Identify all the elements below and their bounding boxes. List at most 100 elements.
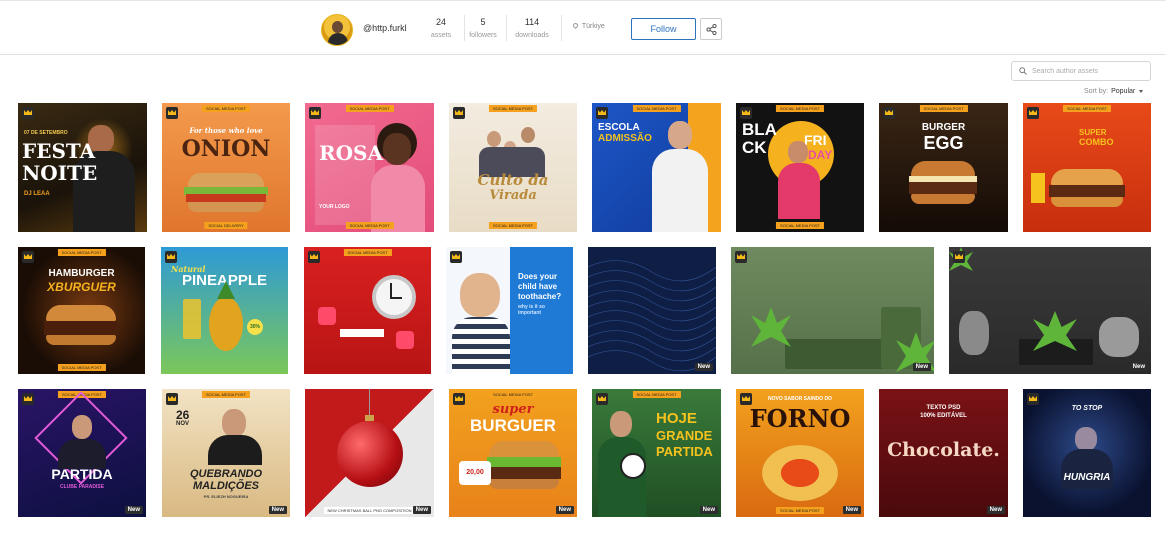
avatar-head bbox=[332, 21, 343, 33]
thumb-title: XBURGUER bbox=[47, 280, 116, 294]
asset-thumbnail[interactable]: SOCIAL MEDIA POST For those who love ONI… bbox=[162, 103, 290, 232]
thumb-sub: DJ LEAA bbox=[24, 191, 50, 197]
premium-crown-icon bbox=[740, 393, 752, 405]
person-body bbox=[652, 149, 708, 232]
author-username[interactable]: @http.furkl bbox=[363, 23, 407, 33]
asset-thumbnail[interactable]: SOCIAL MEDIA POST super BURGUER 20,00 Ne… bbox=[449, 389, 577, 517]
premium-crown-icon bbox=[1027, 107, 1039, 119]
asset-thumbnail[interactable]: SOCIAL MEDIA POST HOJE GRANDE PARTIDA Ne… bbox=[592, 389, 721, 517]
bun-bottom bbox=[1051, 197, 1123, 207]
person-head bbox=[72, 415, 92, 439]
bun-bottom bbox=[911, 194, 975, 204]
bun-top bbox=[489, 441, 559, 457]
bun-top bbox=[911, 161, 975, 177]
thumb-title: toothache? bbox=[518, 292, 562, 301]
thumb-title: SUPER bbox=[1079, 128, 1107, 137]
player-head bbox=[610, 411, 632, 437]
premium-crown-icon bbox=[22, 107, 34, 119]
christmas-ornament bbox=[337, 421, 403, 487]
asset-thumbnail[interactable]: SOCIAL MEDIA POST BURGER EGG bbox=[879, 103, 1008, 232]
social-media-tag: SOCIAL MEDIA POST bbox=[919, 105, 968, 112]
asset-thumbnail[interactable]: TEXTO PSD 100% EDITÁVEL Chocolate. New bbox=[879, 389, 1008, 517]
asset-thumbnail[interactable]: SOCIAL MEDIA POST PARTIDA CLUBE PARADISE… bbox=[18, 389, 146, 517]
new-badge: New bbox=[1129, 363, 1148, 371]
thumb-date: NOV bbox=[176, 421, 190, 427]
thumb-logo-text: YOUR LOGO bbox=[319, 204, 350, 210]
person-head bbox=[383, 133, 411, 165]
asset-thumbnail[interactable]: New bbox=[949, 247, 1151, 374]
bottom-tag: SOCIAL MEDIA POST bbox=[345, 222, 394, 229]
asset-thumbnail[interactable]: TO STOP HUNGRIA bbox=[1023, 389, 1151, 517]
premium-crown-icon bbox=[166, 393, 178, 405]
bun-bottom bbox=[46, 335, 116, 345]
author-search-box[interactable] bbox=[1011, 61, 1151, 81]
thumb-title: MALDIÇÕES bbox=[193, 480, 259, 492]
rock bbox=[1099, 317, 1139, 357]
bun-bottom bbox=[188, 202, 264, 212]
lettuce bbox=[487, 457, 561, 467]
new-badge: New bbox=[268, 506, 287, 514]
thumb-title: HUNGRIA bbox=[1063, 472, 1111, 483]
leaf bbox=[751, 307, 791, 347]
author-location: Türkiye bbox=[571, 21, 605, 30]
sort-dropdown[interactable]: Sort by: Popular bbox=[1084, 88, 1144, 95]
asset-thumbnail[interactable]: NEW CHRISTMAS BALL PNG COMPOSITION New bbox=[305, 389, 434, 517]
premium-crown-icon bbox=[22, 393, 34, 405]
thumb-title: GRANDE bbox=[656, 428, 713, 443]
thumb-date: 26 bbox=[176, 408, 190, 422]
asset-thumbnail[interactable]: Natural PINEAPPLE 30% bbox=[161, 247, 288, 374]
asset-thumbnail[interactable]: SOCIAL MEDIA POST ROSA YOUR LOGO SOCIAL … bbox=[305, 103, 434, 232]
new-badge: New bbox=[986, 506, 1005, 514]
asset-thumbnail[interactable]: SOCIAL MEDIA POST Culto da Virada SOCIAL… bbox=[449, 103, 577, 232]
thumb-title: ADMISSÃO bbox=[598, 133, 652, 144]
fries bbox=[1031, 173, 1045, 203]
asset-thumbnail[interactable]: SOCIAL MEDIA POST SUPER COMBO bbox=[1023, 103, 1151, 232]
person-head bbox=[487, 131, 501, 147]
person-body bbox=[208, 435, 262, 465]
asset-thumbnail[interactable]: NOVO SABOR SAINDO DO FORNO SOCIAL MEDIA … bbox=[736, 389, 864, 517]
sort-value: Popular bbox=[1111, 88, 1136, 95]
social-media-tag: SOCIAL MEDIA POST bbox=[632, 105, 681, 112]
asset-thumbnail[interactable]: SOCIAL MEDIA POST 26 NOV QUEBRANDO MALDI… bbox=[162, 389, 290, 517]
follow-button[interactable]: Follow bbox=[631, 18, 696, 40]
asset-thumbnail[interactable]: SOCIAL MEDIA POST HAMBURGER XBURGUER SOC… bbox=[18, 247, 145, 374]
thumb-subtitle: important bbox=[518, 310, 542, 316]
bun-bottom bbox=[489, 479, 559, 489]
new-badge: New bbox=[412, 506, 431, 514]
thumb-title: HAMBURGER bbox=[48, 268, 115, 279]
discount-badge: 30% bbox=[247, 319, 263, 335]
bottom-tag: SOCIAL MEDIA POST bbox=[488, 222, 538, 229]
bun-top bbox=[1051, 169, 1123, 185]
asset-thumbnail[interactable]: Does your child have toothache? why is i… bbox=[446, 247, 573, 374]
heart-bubble bbox=[318, 307, 336, 325]
thumb-title: Virada bbox=[489, 188, 537, 203]
asset-thumbnail[interactable]: SOCIAL MEDIA POST ESCOLA ADMISSÃO bbox=[592, 103, 721, 232]
bun-top bbox=[188, 173, 264, 187]
premium-crown-icon bbox=[735, 251, 747, 263]
search-input[interactable] bbox=[1032, 65, 1146, 78]
premium-crown-icon bbox=[450, 251, 462, 263]
asset-thumbnail[interactable]: New bbox=[731, 247, 934, 374]
asset-thumbnail[interactable]: 07 DE SETEMBRO FESTA NOITE DJ LEAA bbox=[18, 103, 147, 232]
location-text: Türkiye bbox=[581, 23, 605, 30]
premium-crown-icon bbox=[596, 107, 608, 119]
thumb-title: BURGER bbox=[921, 122, 966, 133]
asset-thumbnail[interactable]: New bbox=[588, 247, 716, 374]
bottom-tag: NEW CHRISTMAS BALL PNG COMPOSITION bbox=[323, 507, 416, 514]
asset-thumbnail[interactable]: SOCIAL MEDIA POST BLA CK FRI DAY SOCIAL … bbox=[736, 103, 864, 232]
thumb-title: COMBO bbox=[1079, 137, 1114, 147]
premium-crown-icon bbox=[308, 251, 320, 263]
premium-crown-icon bbox=[166, 107, 178, 119]
pineapple bbox=[209, 297, 243, 351]
social-media-tag: SOCIAL MEDIA POST bbox=[488, 105, 538, 112]
new-badge: New bbox=[912, 363, 931, 371]
share-button[interactable] bbox=[700, 18, 722, 40]
person-body bbox=[58, 439, 106, 469]
new-badge: New bbox=[699, 506, 718, 514]
thumb-title: QUEBRANDO bbox=[189, 468, 263, 480]
asset-thumbnail[interactable]: SOCIAL MEDIA POST bbox=[304, 247, 431, 374]
heart-bubble bbox=[396, 331, 414, 349]
wave-pattern bbox=[588, 260, 716, 372]
thumb-title: PARTIDA bbox=[656, 444, 713, 459]
author-avatar[interactable] bbox=[321, 14, 353, 46]
